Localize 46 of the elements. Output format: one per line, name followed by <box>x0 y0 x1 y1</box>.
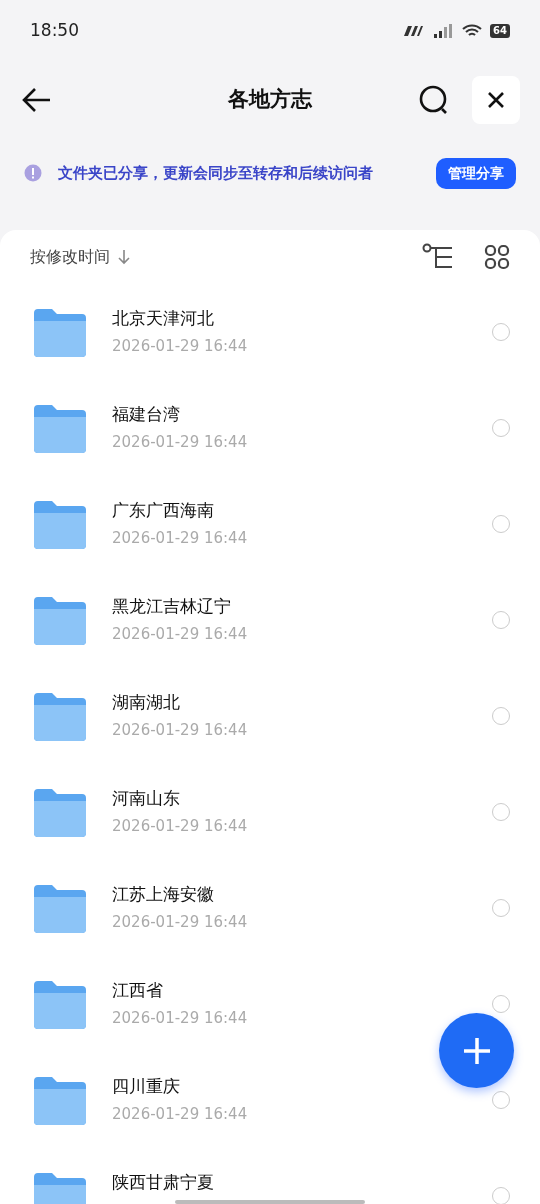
close-icon <box>487 91 505 109</box>
folder-name[interactable]: 北京天津河北 <box>112 307 214 329</box>
folder-name[interactable]: 黑龙江吉林辽宁 <box>112 595 231 617</box>
page-title: 各地方志 <box>228 87 312 112</box>
folder-name[interactable]: 陕西甘肃宁夏 <box>112 1171 214 1193</box>
modified-date: 2026-01-29 16:44 <box>112 719 249 741</box>
wifi-icon <box>462 24 483 38</box>
tree-icon[interactable] <box>422 243 454 271</box>
status-time: 18:50 <box>30 19 79 43</box>
folder-icon <box>32 595 88 645</box>
battery-icon: 64 <box>490 24 510 38</box>
folder-icon <box>32 787 88 837</box>
folder-icon <box>32 1075 88 1125</box>
folder-icon <box>32 979 88 1029</box>
plus-icon <box>461 1035 492 1066</box>
folder-name[interactable]: 广东广西海南 <box>112 499 214 521</box>
signal-icon <box>402 25 425 37</box>
signal-icon <box>432 23 455 39</box>
folder-name[interactable]: 江西省 <box>112 979 163 1001</box>
folder-name[interactable]: 福建台湾 <box>112 403 180 425</box>
folder-icon <box>32 883 88 933</box>
folder-icon <box>32 403 88 453</box>
folder-name[interactable]: 河南山东 <box>112 787 180 809</box>
close-button[interactable] <box>472 76 520 124</box>
folder-icon <box>32 691 88 741</box>
modified-date: 2026-01-29 16:44 <box>112 431 249 453</box>
modified-date: 2026-01-29 16:44 <box>112 623 249 645</box>
modified-date: 2026-01-29 16:44 <box>112 911 249 933</box>
home-indicator[interactable] <box>175 1200 365 1204</box>
folder-icon <box>32 307 88 357</box>
grid-view-icon[interactable] <box>484 244 510 270</box>
sort-button[interactable]: 按修改时间 <box>30 245 130 269</box>
modified-date: 2026-01-29 16:44 <box>112 527 249 549</box>
folder-icon <box>32 499 88 549</box>
folder-name[interactable]: 湖南湖北 <box>112 691 180 713</box>
modified-date: 2026-01-29 16:44 <box>112 1103 249 1125</box>
down-arrow-icon <box>118 249 130 265</box>
back-icon[interactable] <box>22 87 52 113</box>
modified-date: 2026-01-29 16:44 <box>112 335 249 357</box>
folder-name[interactable]: 四川重庆 <box>112 1075 180 1097</box>
manage-share-button[interactable]: 管理分享 <box>436 157 516 189</box>
share-notice: 文件夹已分享，更新会同步至转存和后续访问者 <box>58 162 374 184</box>
modified-date: 2026-01-29 16:44 <box>112 815 249 837</box>
info-icon <box>24 164 42 182</box>
folder-name[interactable]: 江苏上海安徽 <box>112 883 214 905</box>
modified-date: 2026-01-29 16:44 <box>112 1007 249 1029</box>
